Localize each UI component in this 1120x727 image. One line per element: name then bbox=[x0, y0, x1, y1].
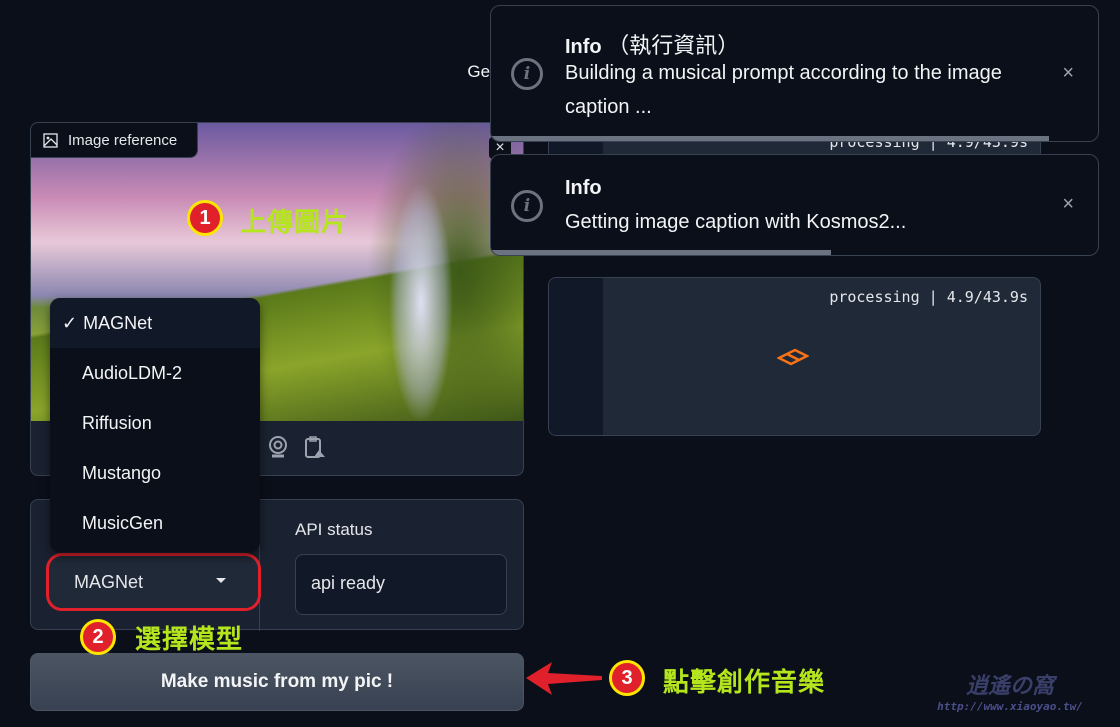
model-option[interactable]: AudioLDM-2 bbox=[50, 348, 260, 398]
annotation-text-1: 上傳圖片 bbox=[240, 207, 349, 237]
toast-progress-bar bbox=[491, 250, 831, 255]
model-selected-value: MAGNet bbox=[74, 571, 144, 592]
image-reference-label: Image reference bbox=[31, 123, 198, 158]
paste-clipboard-icon[interactable] bbox=[303, 435, 327, 459]
info-icon: i bbox=[511, 190, 543, 222]
make-music-button[interactable]: Make music from my pic ! bbox=[30, 653, 524, 711]
toast-message: Getting image caption with Kosmos2... bbox=[565, 211, 907, 233]
processing-status: processing | 4.9/43.9s bbox=[829, 288, 1028, 306]
annotation-badge-2: 2 bbox=[80, 619, 116, 655]
toast-title-text: Info bbox=[565, 36, 602, 58]
model-dropdown[interactable]: MAGNet bbox=[46, 553, 261, 611]
chevron-down-icon bbox=[216, 578, 226, 583]
image-reference-text: Image reference bbox=[68, 131, 178, 149]
api-status-label: API status bbox=[295, 520, 373, 539]
loading-spinner-icon bbox=[777, 348, 809, 366]
check-icon: ✓ bbox=[62, 312, 78, 333]
model-option[interactable]: Mustango bbox=[50, 448, 260, 498]
api-status-field[interactable]: api ready bbox=[295, 554, 507, 615]
toast-title: Info bbox=[565, 177, 602, 199]
watermark-logo: 逍遙の窩 http://www.xiaoyao.tw/ bbox=[937, 673, 1083, 713]
output-strip bbox=[549, 278, 603, 435]
annotation-badge-1: 1 bbox=[187, 200, 223, 236]
model-option[interactable]: Riffusion bbox=[50, 398, 260, 448]
annotation-badge-3: 3 bbox=[609, 660, 645, 696]
red-arrow-icon bbox=[526, 662, 602, 695]
toast-close-button[interactable]: × bbox=[1062, 62, 1074, 85]
model-options-list: ✓ MAGNet AudioLDM-2 Riffusion Mustango Mu… bbox=[50, 298, 260, 552]
annotation-text-2: 選擇模型 bbox=[135, 624, 244, 654]
output-panel-2: processing | 4.9/43.9s bbox=[548, 277, 1041, 436]
image-icon bbox=[43, 132, 58, 148]
toast-info-2: i Info Getting image caption with Kosmos… bbox=[490, 154, 1099, 256]
toast-info-1: i Info （執行資訊） Building a musical prompt … bbox=[490, 5, 1099, 142]
toast-title-note: （執行資訊） bbox=[607, 33, 740, 58]
annotation-text-3: 點擊創作音樂 bbox=[663, 667, 826, 697]
toast-progress-bar bbox=[491, 136, 1050, 141]
model-option[interactable]: ✓ MAGNet bbox=[50, 298, 260, 348]
info-icon: i bbox=[511, 58, 543, 90]
toast-close-button[interactable]: × bbox=[1062, 193, 1074, 216]
webcam-icon[interactable] bbox=[266, 435, 290, 459]
toast-message: Building a musical prompt according to t… bbox=[565, 62, 1002, 118]
model-option[interactable]: MusicGen bbox=[50, 498, 260, 548]
